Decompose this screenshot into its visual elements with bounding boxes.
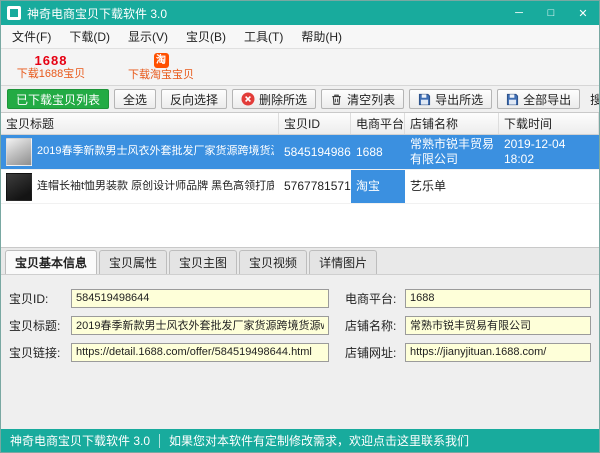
menu-item-file[interactable]: 文件(F) [3, 25, 60, 48]
delete-icon [241, 92, 255, 106]
table-header: 宝贝标题 宝贝ID 电商平台 店铺名称 下载时间 [1, 113, 599, 135]
title-cell: 2019春季新款男士风衣外套批发厂家货源跨境货源wish速卖通亚 [1, 135, 279, 169]
download-toolbar: 1688 下载1688宝贝 淘 下载淘宝宝贝 [1, 49, 599, 86]
select-all-button[interactable]: 全选 [114, 89, 156, 109]
logo-1688: 1688 [35, 54, 68, 67]
shop-name-label: 店铺名称: [345, 317, 405, 334]
menu-item-item[interactable]: 宝贝(B) [177, 25, 235, 48]
window-title: 神奇电商宝贝下载软件 3.0 [27, 5, 503, 22]
status-contact-link[interactable]: 如果您对本软件有定制修改需求，欢迎点击这里联系我们 [160, 432, 478, 449]
menu-bar: 文件(F) 下载(D) 显示(V) 宝贝(B) 工具(T) 帮助(H) [1, 25, 599, 49]
maximize-button[interactable]: □ [535, 1, 567, 25]
export-selected-button[interactable]: 导出所选 [409, 89, 492, 109]
download-1688-button[interactable]: 1688 下载1688宝贝 [9, 50, 93, 84]
product-link-field[interactable] [71, 343, 329, 362]
column-header-title[interactable]: 宝贝标题 [1, 113, 279, 134]
taobao-icon: 淘 [154, 53, 169, 68]
panel-gap [1, 383, 599, 430]
product-title: 连帽长袖t恤男装款 原创设计师品牌 黑色高领打底衫秋季 暗黑小众 [37, 180, 274, 194]
platform-label: 电商平台: [345, 290, 405, 307]
platform-cell: 淘宝 [351, 170, 405, 203]
save-all-icon [506, 93, 519, 106]
export-all-label: 全部导出 [523, 91, 571, 108]
product-id-cell: 584519498644 [279, 135, 351, 169]
tab-detail-images[interactable]: 详情图片 [309, 250, 377, 274]
menu-item-tools[interactable]: 工具(T) [235, 25, 292, 48]
column-header-id[interactable]: 宝贝ID [279, 113, 351, 134]
shop-cell: 艺乐单 [405, 170, 499, 203]
product-id-cell: 576778157186 [279, 170, 351, 203]
detail-row: 宝贝链接: 店铺网址: [9, 343, 591, 362]
delete-selected-button[interactable]: 删除所选 [232, 89, 316, 109]
detail-row: 宝贝标题: 店铺名称: [9, 316, 591, 335]
detail-row: 宝贝ID: 电商平台: [9, 289, 591, 308]
platform-cell: 1688 [351, 135, 405, 169]
clear-list-button[interactable]: 清空列表 [321, 89, 404, 109]
product-title-field[interactable] [71, 316, 329, 335]
app-window: 神奇电商宝贝下载软件 3.0 ─ □ ✕ 文件(F) 下载(D) 显示(V) 宝… [0, 0, 600, 453]
invert-selection-button[interactable]: 反向选择 [161, 89, 227, 109]
download-1688-label: 下载1688宝贝 [17, 69, 85, 80]
tab-main-images[interactable]: 宝贝主图 [169, 250, 237, 274]
product-link-label: 宝贝链接: [9, 344, 71, 361]
download-taobao-label: 下载淘宝宝贝 [128, 70, 194, 81]
status-app-name: 神奇电商宝贝下载软件 3.0 [1, 432, 159, 449]
status-bar: 神奇电商宝贝下载软件 3.0 如果您对本软件有定制修改需求，欢迎点击这里联系我们 [1, 429, 599, 452]
app-icon [7, 6, 21, 20]
product-id-field[interactable] [71, 289, 329, 308]
clear-list-label: 清空列表 [347, 91, 395, 108]
tab-attributes[interactable]: 宝贝属性 [99, 250, 167, 274]
shop-cell: 常熟市锐丰贸易有限公司 [405, 135, 499, 169]
product-thumbnail [6, 138, 32, 166]
shop-url-field[interactable] [405, 343, 591, 362]
column-header-platform[interactable]: 电商平台 [351, 113, 405, 134]
menu-item-help[interactable]: 帮助(H) [292, 25, 351, 48]
table-row[interactable]: 连帽长袖t恤男装款 原创设计师品牌 黑色高领打底衫秋季 暗黑小众 5767781… [1, 170, 599, 204]
column-header-time[interactable]: 下载时间 [499, 113, 599, 134]
shop-name-field[interactable] [405, 316, 591, 335]
downloaded-list-button[interactable]: 已下载宝贝列表 [7, 89, 109, 109]
time-cell: 2019-12-04 18:02 [499, 135, 599, 169]
close-button[interactable]: ✕ [567, 1, 599, 25]
action-toolbar: 已下载宝贝列表 全选 反向选择 删除所选 清空列表 导出所选 全部导出 搜索: [1, 86, 599, 113]
product-id-label: 宝贝ID: [9, 290, 71, 307]
product-title-label: 宝贝标题: [9, 317, 71, 334]
minimize-button[interactable]: ─ [503, 1, 535, 25]
shop-url-label: 店铺网址: [345, 344, 405, 361]
menu-item-view[interactable]: 显示(V) [119, 25, 177, 48]
menu-item-download[interactable]: 下载(D) [60, 25, 119, 48]
title-cell: 连帽长袖t恤男装款 原创设计师品牌 黑色高领打底衫秋季 暗黑小众 [1, 170, 279, 203]
product-table: 宝贝标题 宝贝ID 电商平台 店铺名称 下载时间 2019春季新款男士风衣外套批… [1, 113, 599, 247]
table-row[interactable]: 2019春季新款男士风衣外套批发厂家货源跨境货源wish速卖通亚 5845194… [1, 135, 599, 170]
title-bar: 神奇电商宝贝下载软件 3.0 ─ □ ✕ [1, 1, 599, 25]
tab-video[interactable]: 宝贝视频 [239, 250, 307, 274]
download-taobao-button[interactable]: 淘 下载淘宝宝贝 [119, 50, 203, 84]
product-title: 2019春季新款男士风衣外套批发厂家货源跨境货源wish速卖通亚 [37, 145, 274, 159]
export-all-button[interactable]: 全部导出 [497, 89, 580, 109]
trash-icon [330, 93, 343, 106]
time-cell [499, 170, 599, 203]
tab-basic-info[interactable]: 宝贝基本信息 [5, 250, 97, 274]
save-icon [418, 93, 431, 106]
platform-field[interactable] [405, 289, 591, 308]
detail-tabs: 宝贝基本信息 宝贝属性 宝贝主图 宝贝视频 详情图片 [1, 247, 599, 275]
detail-panel: 宝贝ID: 电商平台: 宝贝标题: 店铺名称: 宝贝链接: 店铺网址: [1, 275, 599, 383]
column-header-shop[interactable]: 店铺名称 [405, 113, 499, 134]
search-label: 搜索: [590, 91, 600, 108]
export-selected-label: 导出所选 [435, 91, 483, 108]
product-thumbnail [6, 173, 32, 201]
delete-selected-label: 删除所选 [259, 91, 307, 108]
